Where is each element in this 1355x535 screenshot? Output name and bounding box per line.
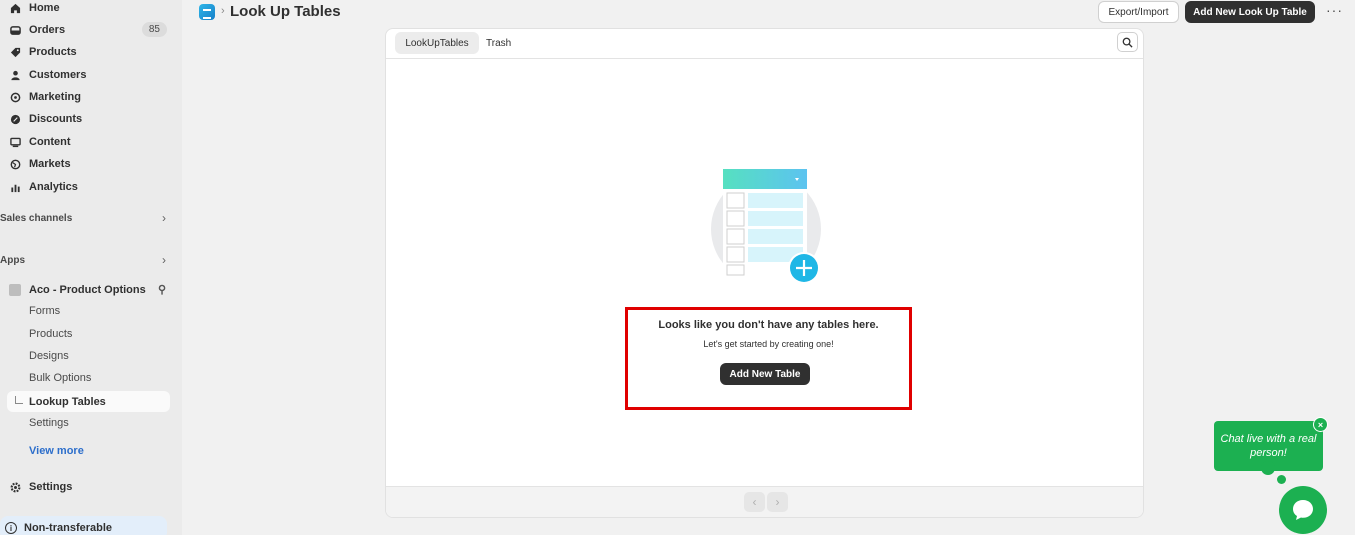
page-header: › Look Up Tables Export/Import Add New L… bbox=[182, 0, 1355, 26]
chat-bubble-tail-small bbox=[1277, 475, 1286, 484]
chat-icon bbox=[1293, 500, 1313, 520]
sidebar-item-label: Home bbox=[29, 2, 60, 14]
page-title: Look Up Tables bbox=[230, 3, 341, 20]
sidebar-item-home[interactable]: Home bbox=[0, 0, 172, 18]
sidebar-item-analytics[interactable]: Analytics bbox=[0, 177, 172, 197]
sales-channels-label: Sales channels bbox=[0, 212, 73, 224]
app-icon bbox=[9, 284, 21, 296]
sidebar-app-aco[interactable]: Aco - Product Options ⚲ bbox=[0, 280, 172, 300]
non-transferable-label: Non-transferable bbox=[24, 522, 113, 534]
content-icon bbox=[8, 135, 22, 149]
tab-bar: LookUpTables Trash bbox=[386, 29, 1143, 59]
chevron-right-icon: › bbox=[162, 211, 166, 225]
add-new-lookup-table-button[interactable]: Add New Look Up Table bbox=[1185, 1, 1315, 23]
sidebar-item-label: Settings bbox=[29, 481, 73, 493]
pagination-footer: ‹ › bbox=[386, 486, 1143, 517]
empty-table-illustration bbox=[711, 169, 821, 287]
sidebar-item-label: Analytics bbox=[29, 181, 78, 193]
add-new-table-button[interactable]: Add New Table bbox=[720, 363, 810, 385]
sidebar-item-marketing[interactable]: Marketing bbox=[0, 87, 172, 107]
search-icon bbox=[1122, 37, 1133, 48]
sidebar-item-markets[interactable]: Markets bbox=[0, 154, 172, 174]
sidebar-item-label: Discounts bbox=[29, 113, 83, 125]
home-icon bbox=[8, 1, 22, 15]
non-transferable-banner[interactable]: i Non-transferable bbox=[0, 516, 167, 535]
sidebar-subitem-products[interactable]: Products bbox=[29, 325, 72, 343]
app-name-label: Aco - Product Options bbox=[29, 284, 146, 296]
sidebar-subitem-bulk-options[interactable]: Bulk Options bbox=[29, 369, 91, 387]
export-import-button[interactable]: Export/Import bbox=[1098, 1, 1179, 23]
discount-icon bbox=[8, 112, 22, 126]
sidebar-subitem-lookup-tables-label: Lookup Tables bbox=[29, 395, 106, 408]
sidebar-subitem-forms[interactable]: Forms bbox=[29, 302, 60, 320]
gear-icon bbox=[8, 480, 22, 494]
app-logo-icon[interactable] bbox=[199, 4, 215, 20]
breadcrumb-separator: › bbox=[221, 5, 225, 17]
chat-bubble-tail bbox=[1261, 461, 1275, 475]
sidebar-item-label: Markets bbox=[29, 158, 71, 170]
sidebar-subitem-settings[interactable]: Settings bbox=[29, 414, 69, 432]
apps-label: Apps bbox=[0, 254, 25, 266]
sidebar-item-settings[interactable]: Settings bbox=[0, 477, 172, 497]
sidebar-subitem-designs[interactable]: Designs bbox=[29, 347, 69, 365]
sidebar-item-orders[interactable]: Orders 85 bbox=[0, 20, 172, 40]
person-icon bbox=[8, 68, 22, 82]
next-page-icon[interactable]: › bbox=[767, 492, 788, 512]
sidebar: Home Orders 85 Products Customers Market… bbox=[0, 0, 182, 535]
lookup-tables-card: LookUpTables Trash Looks like you don't … bbox=[385, 28, 1144, 518]
chat-launcher-button[interactable] bbox=[1279, 486, 1327, 534]
empty-state-title: Looks like you don't have any tables her… bbox=[658, 319, 879, 331]
apps-section[interactable]: Apps › bbox=[0, 251, 172, 269]
sidebar-item-label: Content bbox=[29, 136, 71, 148]
tab-trash[interactable]: Trash bbox=[486, 32, 511, 54]
close-icon[interactable]: × bbox=[1313, 417, 1328, 432]
sidebar-item-label: Products bbox=[29, 46, 77, 58]
globe-icon bbox=[8, 157, 22, 171]
previous-page-icon[interactable]: ‹ bbox=[744, 492, 765, 512]
sidebar-item-discounts[interactable]: Discounts bbox=[0, 109, 172, 129]
sidebar-item-customers[interactable]: Customers bbox=[0, 65, 172, 85]
sidebar-item-label: Orders bbox=[29, 24, 66, 36]
empty-state-subtitle: Let's get started by creating one! bbox=[703, 339, 834, 349]
target-icon bbox=[8, 90, 22, 104]
tag-icon bbox=[8, 45, 22, 59]
sales-channels-section[interactable]: Sales channels › bbox=[0, 209, 172, 227]
more-actions-icon[interactable]: ··· bbox=[1326, 2, 1343, 18]
sidebar-item-content[interactable]: Content bbox=[0, 132, 172, 152]
info-icon: i bbox=[5, 522, 17, 534]
chevron-right-icon: › bbox=[162, 253, 166, 267]
pin-icon[interactable]: ⚲ bbox=[158, 283, 166, 296]
sidebar-item-label: Marketing bbox=[29, 91, 81, 103]
sidebar-item-products[interactable]: Products bbox=[0, 42, 172, 62]
orders-count-badge: 85 bbox=[141, 22, 167, 37]
tree-connector-icon bbox=[15, 396, 23, 404]
sidebar-item-label: Customers bbox=[29, 69, 87, 81]
search-button[interactable] bbox=[1117, 32, 1138, 52]
pagination: ‹ › bbox=[744, 492, 788, 512]
tab-lookuptables[interactable]: LookUpTables bbox=[395, 32, 479, 54]
orders-icon bbox=[8, 23, 22, 37]
bar-chart-icon bbox=[8, 180, 22, 194]
view-more-link[interactable]: View more bbox=[29, 445, 84, 457]
